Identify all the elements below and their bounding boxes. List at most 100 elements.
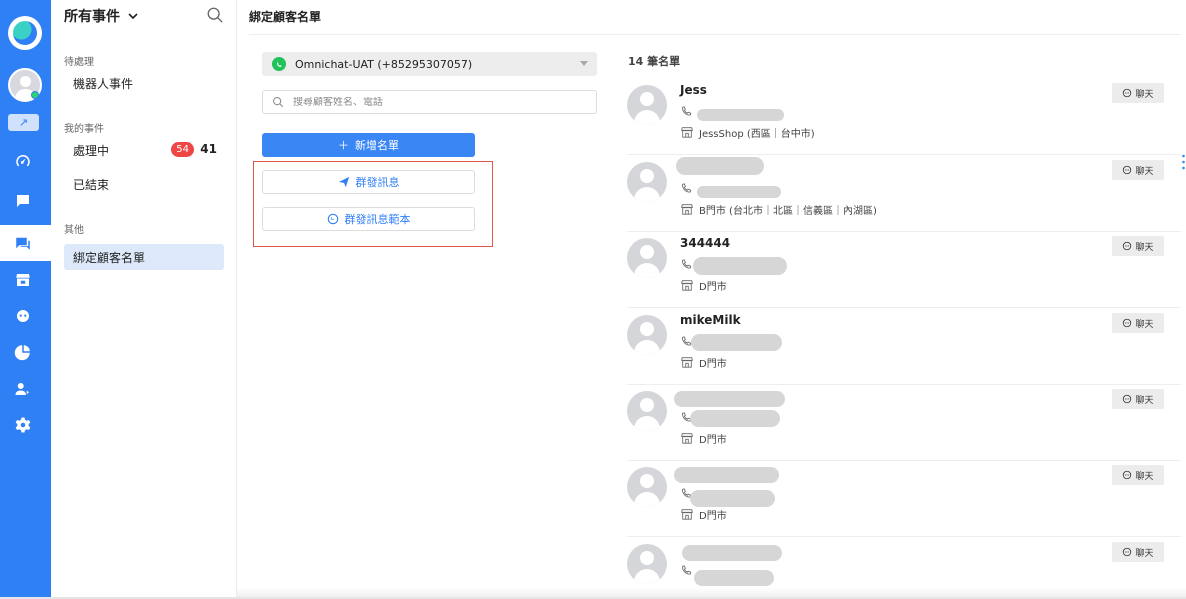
pie-chart-icon[interactable] — [13, 342, 33, 362]
customer-store: B門市 (台北市｜北區｜信義區｜內湖區) — [699, 206, 877, 217]
app-window: ↗ 所有事件 待處理 機器人事件 我的事件 處理中 54 41 已結束 其他 綁… — [0, 0, 1186, 599]
avatar — [627, 467, 667, 507]
event-filter-dropdown[interactable]: 所有事件 — [64, 6, 138, 26]
settings-icon[interactable] — [13, 415, 33, 435]
search-icon — [273, 97, 284, 108]
chat-button[interactable]: 聊天 — [1112, 83, 1164, 103]
customer-search-field[interactable] — [262, 90, 597, 114]
store-icon — [681, 127, 693, 138]
store-icon[interactable] — [13, 270, 33, 290]
chat-button-label: 聊天 — [1135, 471, 1154, 482]
customer-row[interactable]: 聊天 — [627, 537, 1181, 589]
customer-row[interactable]: Jess JessShop (西區｜台中市) 聊天 — [627, 78, 1181, 155]
customer-name: Jess — [680, 83, 707, 97]
chat-button[interactable]: 聊天 — [1112, 313, 1164, 333]
logo-mark — [13, 21, 37, 45]
sidebar-item-bot-events[interactable]: 機器人事件 — [64, 70, 224, 96]
nav-rail: ↗ — [0, 0, 51, 599]
avatar — [627, 85, 667, 125]
redacted-name — [682, 545, 782, 561]
redacted-phone — [690, 410, 780, 427]
chat-button-label: 聊天 — [1135, 548, 1154, 559]
add-list-button[interactable]: ＋ 新增名單 — [262, 133, 475, 157]
customer-row[interactable]: mikeMilk D門市 聊天 — [627, 308, 1181, 385]
chat-button[interactable]: 聊天 — [1112, 465, 1164, 485]
redacted-phone — [690, 490, 775, 507]
chat-button[interactable]: 聊天 — [1112, 160, 1164, 180]
chat-button-label: 聊天 — [1135, 166, 1154, 177]
customer-search-input[interactable] — [293, 96, 583, 108]
sidebar-item-processing[interactable]: 處理中 54 41 — [64, 137, 224, 163]
avatar — [627, 544, 667, 584]
chat-button-label: 聊天 — [1135, 395, 1154, 406]
chat-bubble-icon — [1123, 88, 1132, 98]
chat-button[interactable]: 聊天 — [1112, 236, 1164, 256]
brand-logo[interactable] — [8, 16, 42, 50]
event-sidebar: 所有事件 待處理 機器人事件 我的事件 處理中 54 41 已結束 其他 綁定顧… — [51, 0, 237, 599]
avatar — [627, 391, 667, 431]
customer-store: D門市 — [699, 511, 727, 522]
avatar — [627, 162, 667, 202]
trend-icon[interactable]: ↗ — [8, 114, 39, 131]
chat-bubble-icon — [1123, 470, 1132, 480]
redacted-name — [676, 157, 764, 175]
contacts-icon[interactable] — [13, 379, 33, 399]
customer-store: JessShop (西區｜台中市) — [699, 129, 815, 140]
redacted-phone — [697, 186, 781, 198]
sidebar-item-binding-list[interactable]: 綁定顧客名單 — [64, 244, 224, 270]
customer-row[interactable]: D門市 聊天 — [627, 384, 1181, 461]
chat-button-label: 聊天 — [1135, 242, 1154, 253]
sidebar-item-label: 機器人事件 — [73, 76, 134, 91]
list-count: 14 筆名單 — [628, 55, 681, 68]
nav-item-active[interactable] — [0, 225, 51, 261]
broadcast-button[interactable]: 群發訊息 — [262, 170, 475, 194]
chat-button[interactable]: 聊天 — [1112, 389, 1164, 409]
customer-row[interactable]: D門市 聊天 — [627, 460, 1181, 537]
chat-button[interactable]: 聊天 — [1112, 542, 1164, 562]
event-count: 41 — [200, 142, 217, 156]
chat-bubble-icon — [1123, 318, 1132, 328]
channel-select-value: Omnichat-UAT (+85295307057) — [295, 57, 473, 71]
broadcast-template-button[interactable]: 群發訊息範本 — [262, 207, 475, 231]
chat-bubble-icon — [1123, 394, 1132, 404]
caret-down-icon — [580, 61, 588, 66]
redacted-phone — [694, 570, 774, 586]
bot-icon[interactable] — [13, 306, 33, 326]
customer-name: 344444 — [680, 236, 731, 250]
store-icon — [681, 509, 693, 520]
store-icon — [681, 204, 693, 215]
sidebar-item-label: 綁定顧客名單 — [73, 250, 146, 265]
section-mine: 我的事件 — [64, 124, 104, 135]
page-title: 綁定顧客名單 — [249, 10, 322, 24]
redacted-phone — [693, 257, 787, 275]
channel-select[interactable]: Omnichat-UAT (+85295307057) — [262, 52, 597, 76]
online-status-dot — [31, 91, 39, 99]
conversation-icon — [13, 233, 33, 253]
redacted-name — [674, 467, 779, 483]
redacted-phone — [691, 334, 782, 351]
phone-icon — [682, 259, 692, 269]
event-filter-label: 所有事件 — [64, 9, 120, 25]
whatsapp-icon — [272, 57, 286, 71]
avatar — [627, 238, 667, 278]
customer-row[interactable]: B門市 (台北市｜北區｜信義區｜內湖區) 聊天 — [627, 155, 1181, 232]
redacted-phone — [697, 109, 784, 121]
customer-row[interactable]: 344444 D門市 聊天 — [627, 231, 1181, 308]
phone-icon — [682, 106, 692, 116]
more-options-icon[interactable] — [1181, 152, 1186, 172]
customer-name: mikeMilk — [680, 313, 741, 327]
sidebar-item-closed[interactable]: 已結束 — [64, 171, 224, 197]
chat-bubble-icon — [1123, 165, 1132, 175]
search-icon[interactable] — [206, 6, 224, 24]
avatar — [627, 315, 667, 355]
customer-store: D門市 — [699, 282, 727, 293]
store-icon — [681, 280, 693, 291]
phone-icon — [682, 183, 692, 193]
sidebar-item-label: 已結束 — [73, 177, 110, 192]
plus-icon: ＋ — [338, 139, 349, 152]
dashboard-icon[interactable] — [13, 151, 33, 171]
chat-bubble-icon[interactable] — [13, 191, 33, 211]
chat-bubble-icon — [1123, 547, 1132, 557]
store-icon — [681, 357, 693, 368]
title-divider — [249, 34, 1181, 35]
